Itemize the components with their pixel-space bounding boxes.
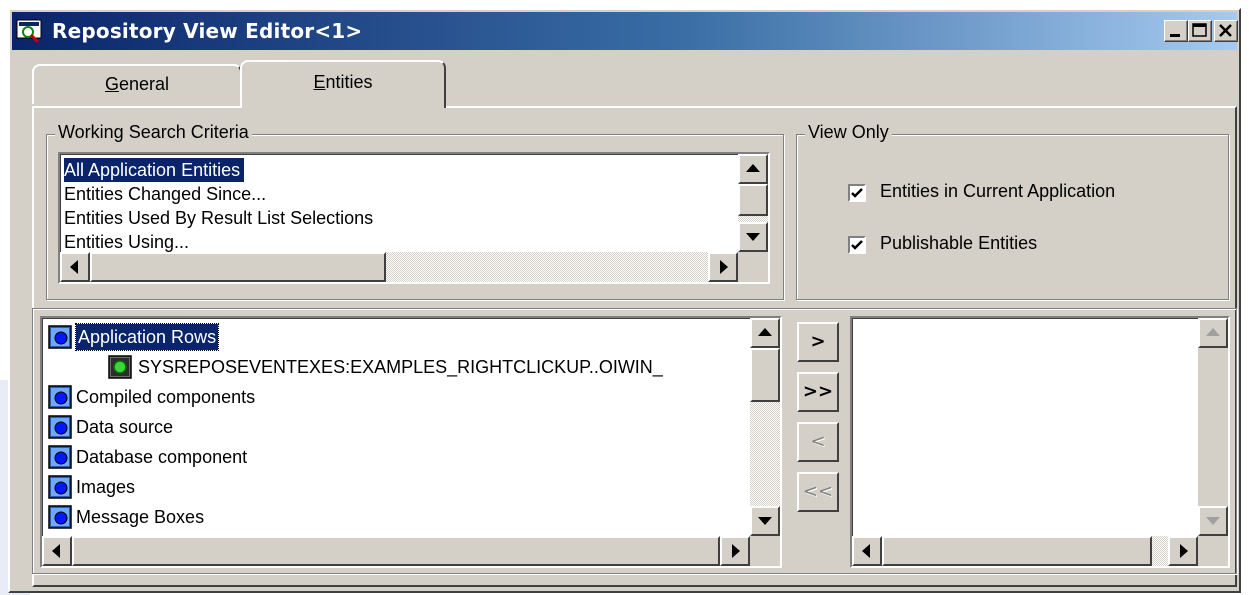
arrow-left-icon [70,260,78,274]
folder-entity-icon [48,445,72,469]
tab-entities-label: Entities [313,72,373,92]
working-search-criteria-title: Working Search Criteria [55,122,252,143]
arrow-up-icon [1206,328,1220,336]
minimize-icon [1170,34,1180,37]
selected-entities-list[interactable] [850,316,1230,568]
add-all-button[interactable]: >> [797,372,839,412]
window-title: Repository View Editor<1> [52,19,363,43]
minimize-button[interactable] [1164,20,1188,42]
search-criteria-list[interactable]: All Application Entities Entities Change… [58,152,770,284]
arrow-down-icon [758,517,772,525]
entity-tree[interactable]: Application Rows SYSREPOSEVENTEXES:EXAMP… [40,316,782,568]
scroll-thumb[interactable] [750,348,780,402]
entity-item-icon [108,355,132,379]
scroll-thumb[interactable] [738,184,768,216]
app-icon [16,18,44,44]
list-item[interactable]: All Application Entities [64,158,245,182]
checkmark-icon [851,188,863,198]
list-item[interactable]: Entities Used By Result List Selections [64,206,373,230]
view-only-title: View Only [805,122,892,143]
publishable-entities-label[interactable]: Publishable Entities [880,233,1037,254]
maximize-icon [1192,23,1207,37]
folder-entity-icon [48,415,72,439]
scroll-left-button[interactable] [852,536,882,566]
tab-entities[interactable]: Entities [240,60,446,108]
scroll-corner [1198,536,1228,566]
arrow-left-icon [862,544,870,558]
arrow-left-icon [52,544,60,558]
entities-in-current-application-checkbox[interactable] [848,184,866,202]
scroll-right-button[interactable] [1168,536,1198,566]
scroll-right-button[interactable] [708,252,738,282]
scroll-right-button[interactable] [720,536,750,566]
folder-entity-icon [48,505,72,529]
title-bar[interactable]: Repository View Editor<1> [12,12,1238,50]
selected-list-vscrollbar[interactable] [1198,318,1228,536]
scroll-thumb[interactable] [72,536,720,566]
arrow-down-icon [746,233,760,241]
scroll-thumb[interactable] [90,252,386,282]
maximize-button[interactable] [1188,20,1212,42]
scroll-down-button[interactable] [1198,506,1228,536]
arrow-right-icon [1180,544,1188,558]
list-item[interactable]: Entities Using... [64,230,189,254]
tree-label: Message Boxes [76,507,205,527]
tree-label: Database component [76,447,248,467]
scroll-down-button[interactable] [750,506,780,536]
entities-in-current-application-label[interactable]: Entities in Current Application [880,181,1115,202]
arrow-right-icon [732,544,740,558]
tree-label: Images [76,477,136,497]
view-only-group: View Only [796,122,1229,300]
close-button[interactable] [1214,20,1238,42]
scroll-up-button[interactable] [738,154,768,184]
folder-entity-icon [48,385,72,409]
scroll-up-button[interactable] [750,318,780,348]
tree-label: SYSREPOSEVENTEXES:EXAMPLES_RIGHTCLICKUP.… [138,357,663,377]
close-icon [1219,24,1232,37]
scroll-thumb[interactable] [882,536,1152,566]
scroll-up-button[interactable] [1198,318,1228,348]
tree-label: Compiled components [76,387,256,407]
publishable-entities-checkbox[interactable] [848,236,866,254]
add-button[interactable]: > [797,322,839,362]
scroll-down-button[interactable] [738,222,768,252]
arrow-right-icon [720,260,728,274]
tree-label: Application Rows [74,323,220,351]
tab-general-label: General [104,74,170,94]
tab-general[interactable]: General [32,64,242,104]
tree-label: Data source [76,417,174,437]
remove-button[interactable]: < [797,422,839,462]
scroll-corner [750,536,780,566]
folder-entity-icon [48,325,72,349]
arrow-down-icon [1206,517,1220,525]
scroll-left-button[interactable] [60,252,90,282]
scroll-left-button[interactable] [42,536,72,566]
arrow-up-icon [746,164,760,172]
repository-view-editor-window: Repository View Editor<1> General Entiti… [8,8,1241,593]
list-item[interactable]: Entities Changed Since... [64,182,266,206]
arrow-up-icon [758,328,772,336]
checkmark-icon [851,240,863,250]
folder-entity-icon [48,475,72,499]
scroll-corner [738,252,768,282]
remove-all-button[interactable]: << [797,472,839,512]
